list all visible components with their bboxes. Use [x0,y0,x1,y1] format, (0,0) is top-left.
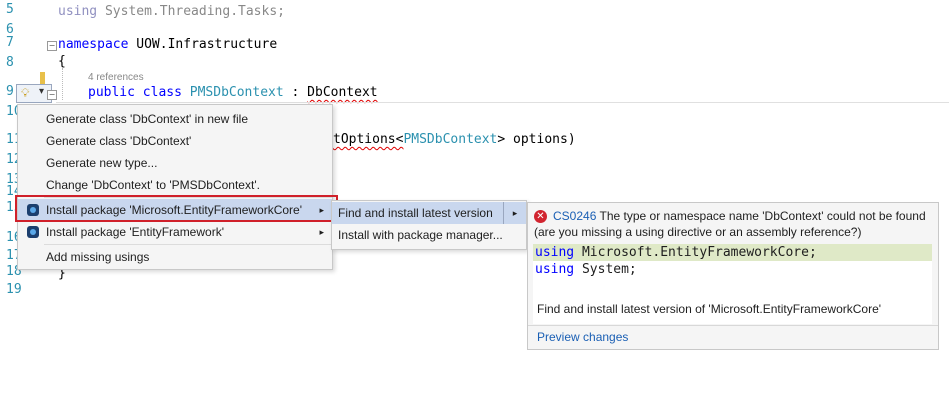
menu-separator [44,244,332,245]
preview-changes-link[interactable]: Preview changes [537,330,628,344]
preview-code-line: using Microsoft.EntityFrameworkCore; [535,245,817,260]
quick-actions-menu: Generate class 'DbContext' in new file G… [17,104,333,270]
preview-code-line: using System; [535,262,637,277]
preview-description-area: Find and install latest version of 'Micr… [533,282,932,324]
nuget-package-icon [27,226,39,238]
line-number: 8 [6,55,14,70]
preview-pane: ✕ CS0246 The type or namespace name 'DbC… [527,202,939,350]
menu-item-generate-class[interactable]: Generate class 'DbContext' [18,130,332,152]
submenu-arrow-icon: ▸ [503,202,526,224]
lightbulb-icon: 💡︎ [21,86,30,100]
highlight-box [15,195,338,222]
line-number: 19 [6,282,22,297]
error-code-link[interactable]: CS0246 [553,209,596,223]
code-line: public class PMSDbContext : DbContext [88,85,378,100]
error-message-line2: (are you missing a using directive or an… [534,225,862,239]
chevron-down-icon: ▾ [39,86,45,97]
preview-description: Find and install latest version of 'Micr… [537,302,882,316]
install-submenu: Find and install latest version ▸ Instal… [331,200,527,250]
code-preview: using Microsoft.EntityFrameworkCore; usi… [533,244,932,282]
error-icon: ✕ [534,210,547,223]
menu-item-generate-new-type[interactable]: Generate new type... [18,152,332,174]
collapse-class-toggle[interactable]: − [47,90,57,100]
line-number: 7 [6,35,14,50]
menu-item-generate-class-new-file[interactable]: Generate class 'DbContext' in new file [18,108,332,130]
menu-item-add-missing-usings[interactable]: Add missing usings [18,246,332,268]
current-line-border [56,102,949,103]
error-message: CS0246 The type or namespace name 'DbCon… [553,209,926,223]
code-line: using System.Threading.Tasks; [58,4,285,19]
menu-item-install-package-manager[interactable]: Install with package manager... [332,224,526,246]
menu-item-find-install-latest[interactable]: Find and install latest version ▸ [332,202,526,224]
indent-guide [62,68,63,100]
menu-item-install-ef[interactable]: Install package 'EntityFramework' ▸ [18,221,332,243]
submenu-arrow-icon: ▸ [319,227,324,237]
menu-item-change-type[interactable]: Change 'DbContext' to 'PMSDbContext'. [18,174,332,196]
codelens-references[interactable]: 4 references [88,72,144,83]
code-line: namespace UOW.Infrastructure [58,37,278,52]
collapse-namespace-toggle[interactable]: − [47,41,57,51]
error-squiggle: DbContext [307,85,378,100]
preview-divider [528,325,938,326]
code-line: tOptions<PMSDbContext> options) [333,132,576,147]
line-number: 5 [6,2,14,17]
